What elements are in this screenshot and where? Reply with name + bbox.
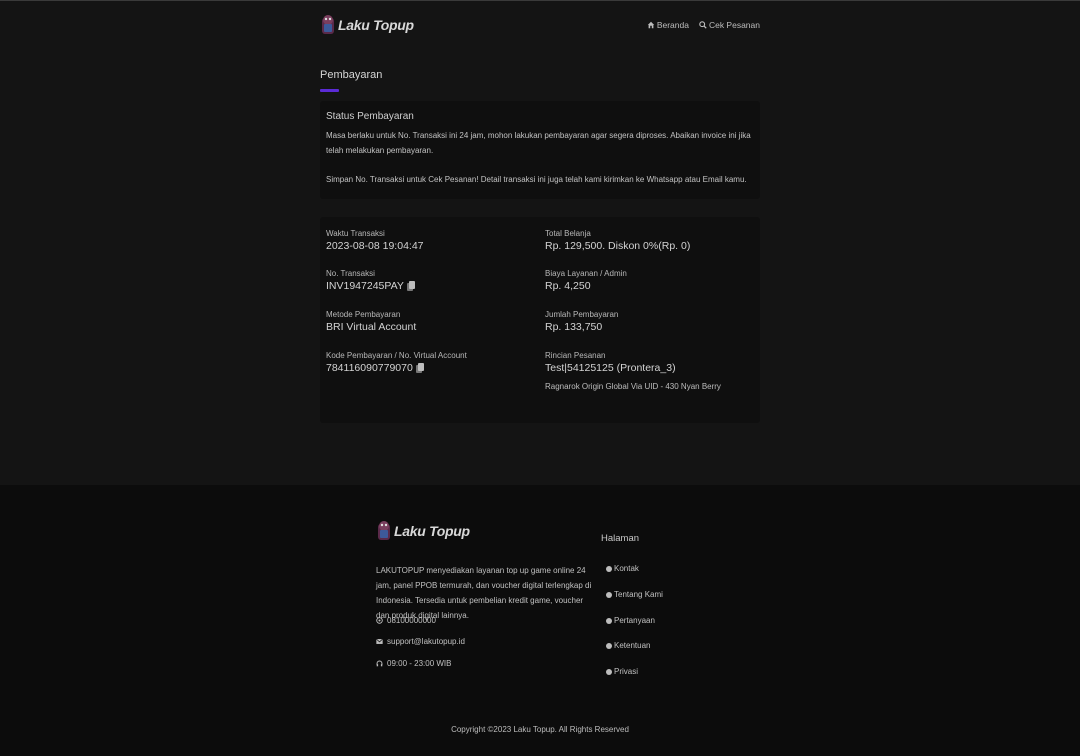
footer-hours: 09:00 - 23:00 WIB — [376, 659, 451, 668]
footer-brand-logo[interactable]: Laku Topup — [376, 518, 470, 544]
whatsapp-icon — [376, 617, 383, 624]
circle-arrow-icon — [606, 591, 612, 598]
status-text: Masa berlaku untuk No. Transaksi ini 24 … — [326, 128, 754, 187]
copy-icon[interactable] — [415, 363, 424, 373]
envelope-icon — [376, 638, 383, 644]
order-detail-label: Rincian Pesanan — [545, 351, 606, 360]
footer: Laku Topup LAKUTOPUP menyediakan layanan… — [0, 485, 1080, 756]
circle-arrow-icon — [606, 617, 612, 624]
total-label: Total Belanja — [545, 229, 591, 238]
footer-link-pertanyaan[interactable]: Pertanyaan — [606, 616, 655, 625]
footer-email-text: support@lakutopup.id — [387, 637, 465, 646]
footer-link-kontak[interactable]: Kontak — [606, 564, 639, 573]
transaction-time-value: 2023-08-08 19:04:47 — [326, 240, 424, 252]
order-detail-field: Rincian Pesanan Test|54125125 (Prontera_… — [545, 351, 721, 391]
circle-arrow-icon — [606, 565, 612, 572]
payment-method-value: BRI Virtual Account — [326, 321, 417, 333]
service-fee-field: Biaya Layanan / Admin Rp. 4,250 — [545, 269, 627, 292]
search-icon — [699, 21, 707, 29]
transaction-time-field: Waktu Transaksi 2023-08-08 19:04:47 — [326, 229, 424, 252]
home-icon — [647, 21, 655, 29]
service-fee-value: Rp. 4,250 — [545, 280, 591, 292]
nav-links: Beranda Cek Pesanan — [647, 20, 760, 30]
payment-amount-value: Rp. 133,750 — [545, 321, 603, 333]
status-title: Status Pembayaran — [326, 111, 414, 122]
title-underline — [320, 89, 339, 92]
footer-link-label: Kontak — [614, 564, 639, 573]
nav-home-link[interactable]: Beranda — [647, 20, 689, 30]
virtual-account-value-row: 784116090779070 — [326, 362, 467, 374]
footer-phone[interactable]: 08100000000 — [376, 616, 436, 625]
footer-link-ketentuan[interactable]: Ketentuan — [606, 641, 650, 650]
brand-name: Laku Topup — [338, 17, 414, 33]
circle-arrow-icon — [606, 642, 612, 649]
headset-icon — [376, 660, 383, 667]
copy-icon[interactable] — [406, 281, 415, 291]
nav-check-order-label: Cek Pesanan — [708, 20, 760, 30]
footer-email[interactable]: support@lakutopup.id — [376, 637, 465, 646]
service-fee-label: Biaya Layanan / Admin — [545, 269, 627, 278]
invoice-field: No. Transaksi INV1947245PAY — [326, 269, 415, 292]
logo-mascot-icon — [322, 15, 334, 34]
invoice-label: No. Transaksi — [326, 269, 375, 278]
footer-description: LAKUTOPUP menyediakan layanan top up gam… — [376, 566, 592, 620]
transaction-time-label: Waktu Transaksi — [326, 229, 385, 238]
total-value: Rp. 129,500. Diskon 0%(Rp. 0) — [545, 240, 691, 252]
logo-mascot-icon — [378, 521, 390, 540]
virtual-account-field: Kode Pembayaran / No. Virtual Account 78… — [326, 351, 467, 374]
virtual-account-value: 784116090779070 — [326, 362, 413, 374]
footer-phone-text: 08100000000 — [387, 616, 436, 625]
invoice-value: INV1947245PAY — [326, 280, 404, 292]
footer-hours-text: 09:00 - 23:00 WIB — [387, 659, 452, 668]
footer-links-heading: Halaman — [601, 533, 640, 544]
payment-status-card: Status Pembayaran Masa berlaku untuk No.… — [320, 101, 760, 199]
footer-link-label: Privasi — [614, 667, 639, 676]
transaction-detail-card: Waktu Transaksi 2023-08-08 19:04:47 No. … — [320, 217, 760, 423]
brand-logo[interactable]: Laku Topup — [320, 12, 414, 38]
footer-brand-name: Laku Topup — [394, 523, 470, 539]
payment-amount-field: Jumlah Pembayaran Rp. 133,750 — [545, 310, 618, 333]
nav-home-label: Beranda — [656, 20, 689, 30]
order-detail-value: Test|54125125 (Prontera_3) — [545, 362, 676, 374]
payment-method-field: Metode Pembayaran BRI Virtual Account — [326, 310, 416, 333]
order-product-name: Ragnarok Origin Global Via UID - 430 Nya… — [545, 382, 721, 391]
virtual-account-label: Kode Pembayaran / No. Virtual Account — [326, 351, 467, 360]
footer-link-tentang-kami[interactable]: Tentang Kami — [606, 590, 663, 599]
nav-check-order-link[interactable]: Cek Pesanan — [699, 20, 760, 30]
status-save-text: Simpan No. Transaksi untuk Cek Pesanan! … — [326, 175, 747, 184]
circle-arrow-icon — [606, 668, 612, 675]
page-title: Pembayaran — [320, 69, 383, 81]
payment-method-label: Metode Pembayaran — [326, 310, 401, 319]
total-field: Total Belanja Rp. 129,500. Diskon 0%(Rp.… — [545, 229, 690, 252]
invoice-value-row: INV1947245PAY — [326, 280, 415, 292]
status-validity-text: Masa berlaku untuk No. Transaksi ini 24 … — [326, 131, 751, 155]
footer-link-label: Pertanyaan — [614, 616, 655, 625]
footer-link-label: Ketentuan — [614, 641, 651, 650]
navbar: Laku Topup Beranda Cek Pesanan — [320, 9, 760, 41]
copyright-text: Copyright ©2023 Laku Topup. All Rights R… — [451, 725, 629, 734]
footer-link-label: Tentang Kami — [614, 590, 663, 599]
footer-link-privasi[interactable]: Privasi — [606, 667, 638, 676]
payment-amount-label: Jumlah Pembayaran — [545, 310, 619, 319]
